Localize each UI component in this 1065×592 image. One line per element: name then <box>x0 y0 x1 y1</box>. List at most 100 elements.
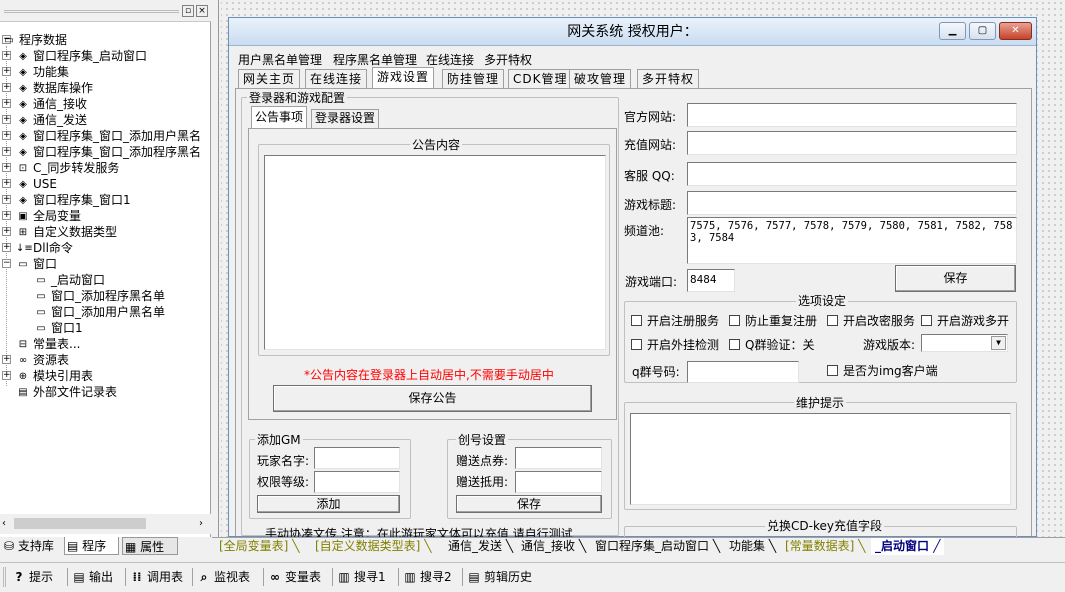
tree-item[interactable]: ⊞ 自定义数据类型 <box>16 224 117 240</box>
chevron-down-icon[interactable]: ▼ <box>991 336 1006 350</box>
gift-offset-input[interactable] <box>515 471 602 493</box>
scroll-left-icon[interactable]: ‹ <box>2 518 6 529</box>
subtab-login-settings[interactable]: 登录器设置 <box>311 109 380 128</box>
save-right-button[interactable]: 保存 <box>895 265 1016 292</box>
tree-item[interactable]: ◈ 窗口程序集_窗口1 <box>16 192 131 208</box>
qq-group-number-input[interactable] <box>687 361 799 383</box>
tree-hscroll[interactable]: ‹ › <box>0 514 211 534</box>
menu-user-blacklist[interactable]: 用户黑名单管理 <box>238 51 322 68</box>
tree-item[interactable]: ◈ USE <box>16 176 57 192</box>
tree-item[interactable]: ◈ 窗口程序集_窗口_添加程序黑名 <box>16 144 201 160</box>
tab-anti-cheat[interactable]: 防挂管理 <box>442 69 505 88</box>
game-multi-open-checkbox[interactable] <box>921 315 932 326</box>
toolbar-search2-button[interactable]: ▥ 搜寻2 <box>403 568 451 586</box>
prevent-duplicate-checkbox[interactable] <box>729 315 740 326</box>
tree-expander[interactable]: + <box>2 51 11 60</box>
tree-expander[interactable]: + <box>2 371 11 380</box>
plugin-detect-checkbox[interactable] <box>631 339 642 350</box>
tree-item[interactable]: ▤ 外部文件记录表 <box>16 384 117 400</box>
tab-crack-manage[interactable]: 破攻管理 <box>569 69 632 88</box>
service-qq-input[interactable] <box>687 162 1017 186</box>
tree-item[interactable]: ◈ 窗口程序集_启动窗口 <box>16 48 147 64</box>
minimize-button[interactable]: ▁ <box>939 22 966 40</box>
tree-item[interactable]: ◈ 窗口程序集_窗口_添加用户黑名 <box>16 128 201 144</box>
tree-expander[interactable]: + <box>2 227 11 236</box>
gift-points-input[interactable] <box>515 447 602 469</box>
tab-cdk-manage[interactable]: CDK管理 <box>508 69 573 88</box>
scroll-thumb[interactable] <box>14 518 146 529</box>
panel-close-button[interactable]: × <box>196 5 208 17</box>
subtab-notice[interactable]: 公告事项 <box>251 106 308 128</box>
doc-tab-startup-assembly[interactable]: 窗口程序集_启动窗口 ╲ <box>595 538 720 555</box>
doc-tab-function-set[interactable]: 功能集 ╲ <box>729 538 776 555</box>
permission-level-input[interactable] <box>314 471 400 493</box>
scroll-right-icon[interactable]: › <box>199 518 203 529</box>
tree-expander[interactable]: + <box>2 243 11 252</box>
toolbar-callstack-button[interactable]: ⁞⁞ 调用表 <box>130 568 183 586</box>
doc-tab-startup-window[interactable]: _启动窗口 ╱ <box>871 538 945 555</box>
tree-expander[interactable]: + <box>2 131 11 140</box>
tree-expander[interactable]: + <box>2 147 11 156</box>
tree-item[interactable]: ◈ 数据库操作 <box>16 80 93 96</box>
menu-program-blacklist[interactable]: 程序黑名单管理 <box>333 51 417 68</box>
tree-item[interactable]: ▭ 窗口 <box>16 256 57 272</box>
doc-tab-comm-send[interactable]: 通信_发送 ╲ <box>448 538 513 555</box>
tree-expander[interactable]: + <box>2 83 11 92</box>
game-title-input[interactable] <box>687 191 1017 215</box>
maintenance-textarea[interactable] <box>630 413 1011 505</box>
tree-item[interactable]: ▭ 窗口_添加用户黑名单 <box>34 304 165 320</box>
player-name-input[interactable] <box>314 447 400 469</box>
tab-online-connect[interactable]: 在线连接 <box>305 69 368 88</box>
save-notice-button[interactable]: 保存公告 <box>273 385 592 412</box>
tree-item[interactable]: ▭ 窗口_添加程序黑名单 <box>34 288 165 304</box>
notice-textarea[interactable] <box>264 155 606 350</box>
tree-item[interactable]: ▭ 程序数据 <box>2 32 67 48</box>
tab-program[interactable]: ▤ 程序 <box>64 537 119 555</box>
tree-item[interactable]: ▣ 全局变量 <box>16 208 81 224</box>
tree-item[interactable]: ⊟ 常量表... <box>16 336 81 352</box>
menu-multi-open[interactable]: 多开特权 <box>484 51 532 68</box>
password-service-checkbox[interactable] <box>827 315 838 326</box>
tree-item[interactable]: ∞ 资源表 <box>16 352 69 368</box>
tree-expander[interactable]: + <box>2 99 11 108</box>
tab-multi-privilege[interactable]: 多开特权 <box>637 69 700 88</box>
tree-item[interactable]: ◈ 功能集 <box>16 64 69 80</box>
tree-expander[interactable]: + <box>2 211 11 220</box>
tree-item[interactable]: ◈ 通信_发送 <box>16 112 87 128</box>
toolbar-watch-button[interactable]: ⌕ 监视表 <box>197 568 250 586</box>
recharge-site-input[interactable] <box>687 131 1017 155</box>
tree-expander[interactable]: + <box>2 355 11 364</box>
tree-expander[interactable]: + <box>2 163 11 172</box>
tree-item[interactable]: ◈ 通信_接收 <box>16 96 87 112</box>
tree-expander[interactable]: + <box>2 67 11 76</box>
tree-item[interactable]: ▭ _启动窗口 <box>34 272 105 288</box>
tab-property[interactable]: ▦ 属性 <box>122 537 178 555</box>
tree-item[interactable]: ⊕ 模块引用表 <box>16 368 93 384</box>
tree-item[interactable]: ▭ 窗口1 <box>34 320 82 336</box>
toolbar-search1-button[interactable]: ▥ 搜寻1 <box>337 568 385 586</box>
tab-support-library[interactable]: ⛁ 支持库 <box>2 537 60 555</box>
tree-expander[interactable]: + <box>2 195 11 204</box>
toolbar-variable-button[interactable]: ∞ 变量表 <box>268 568 321 586</box>
qq-group-verify-checkbox[interactable] <box>729 339 740 350</box>
tree-item[interactable]: ⊡ C_同步转发服务 <box>16 160 120 176</box>
panel-float-button[interactable]: ▫ <box>182 5 194 17</box>
menu-online-connect[interactable]: 在线连接 <box>426 51 474 68</box>
toolbar-hint-button[interactable]: ? 提示 <box>12 568 54 586</box>
add-gm-button[interactable]: 添加 <box>257 495 400 513</box>
tab-gateway-home[interactable]: 网关主页 <box>238 69 301 88</box>
tab-game-settings[interactable]: 游戏设置 <box>372 67 435 88</box>
panel-grip[interactable] <box>4 10 179 13</box>
toolbar-clip-history-button[interactable]: ▤ 剪辑历史 <box>467 568 532 586</box>
doc-tab-global-vars[interactable]: [全局变量表] ╲ <box>219 538 299 555</box>
img-client-checkbox[interactable] <box>827 365 838 376</box>
tree-expander[interactable]: − <box>2 259 11 268</box>
tree-item[interactable]: ↓≡Dll命令 <box>16 240 73 256</box>
save-account-button[interactable]: 保存 <box>456 495 602 513</box>
register-service-checkbox[interactable] <box>631 315 642 326</box>
channel-pool-input[interactable]: 7575, 7576, 7577, 7578, 7579, 7580, 7581… <box>687 217 1017 264</box>
game-port-input[interactable]: 8484 <box>687 269 735 292</box>
doc-tab-comm-recv[interactable]: 通信_接收 ╲ <box>521 538 586 555</box>
close-button[interactable]: ✕ <box>999 22 1032 40</box>
official-site-input[interactable] <box>687 103 1017 127</box>
